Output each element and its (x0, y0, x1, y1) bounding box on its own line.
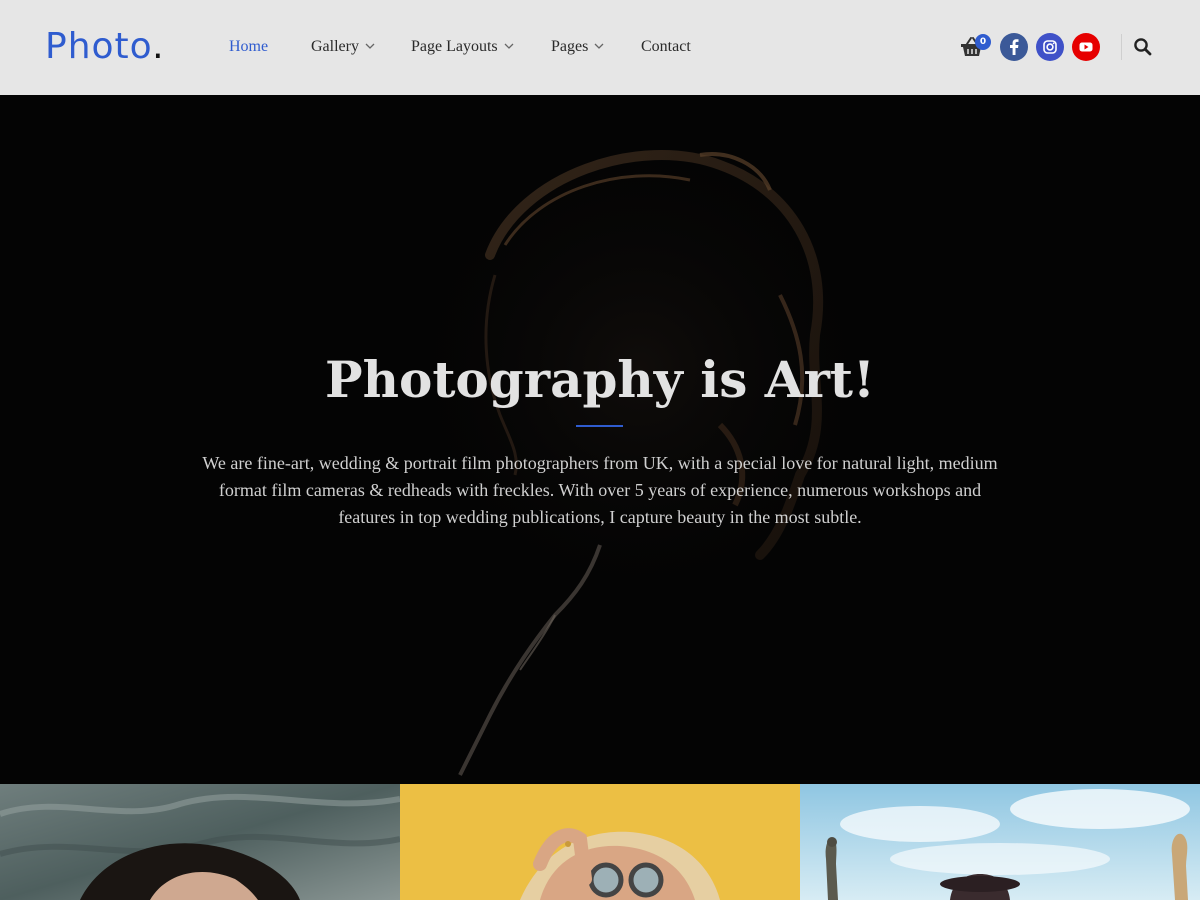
nav-item-home[interactable]: Home (229, 36, 268, 58)
hero-background-image (0, 95, 1200, 784)
gallery-image (0, 784, 400, 900)
gallery-thumbnail[interactable] (0, 784, 400, 900)
hero-section: Photography is Art! We are fine-art, wed… (0, 95, 1200, 784)
chevron-down-icon (504, 43, 514, 49)
nav-item-page-layouts[interactable]: Page Layouts (411, 36, 514, 58)
hero-divider (576, 425, 623, 427)
instagram-icon[interactable] (1036, 33, 1064, 61)
facebook-icon[interactable] (1000, 33, 1028, 61)
nav-item-gallery[interactable]: Gallery (311, 36, 375, 58)
nav-item-pages[interactable]: Pages (551, 36, 604, 58)
cart-count-badge: 0 (975, 34, 991, 50)
header-divider (1121, 34, 1122, 60)
hero-description: We are fine-art, wedding & portrait film… (202, 453, 998, 527)
chevron-down-icon (365, 43, 375, 49)
youtube-icon[interactable] (1072, 33, 1100, 61)
chevron-down-icon (594, 43, 604, 49)
site-logo[interactable]: Photo. (45, 24, 165, 70)
hero-title: Photography is Art! (325, 350, 875, 409)
site-header: Photo. Home Gallery Page Layouts Pages C… (0, 0, 1200, 95)
gallery-image (800, 784, 1200, 900)
nav-item-contact[interactable]: Contact (641, 36, 691, 58)
gallery-image (400, 784, 800, 900)
search-icon[interactable] (1133, 37, 1153, 57)
gallery-thumbnail[interactable] (400, 784, 800, 900)
gallery-thumbnail[interactable] (800, 784, 1200, 900)
